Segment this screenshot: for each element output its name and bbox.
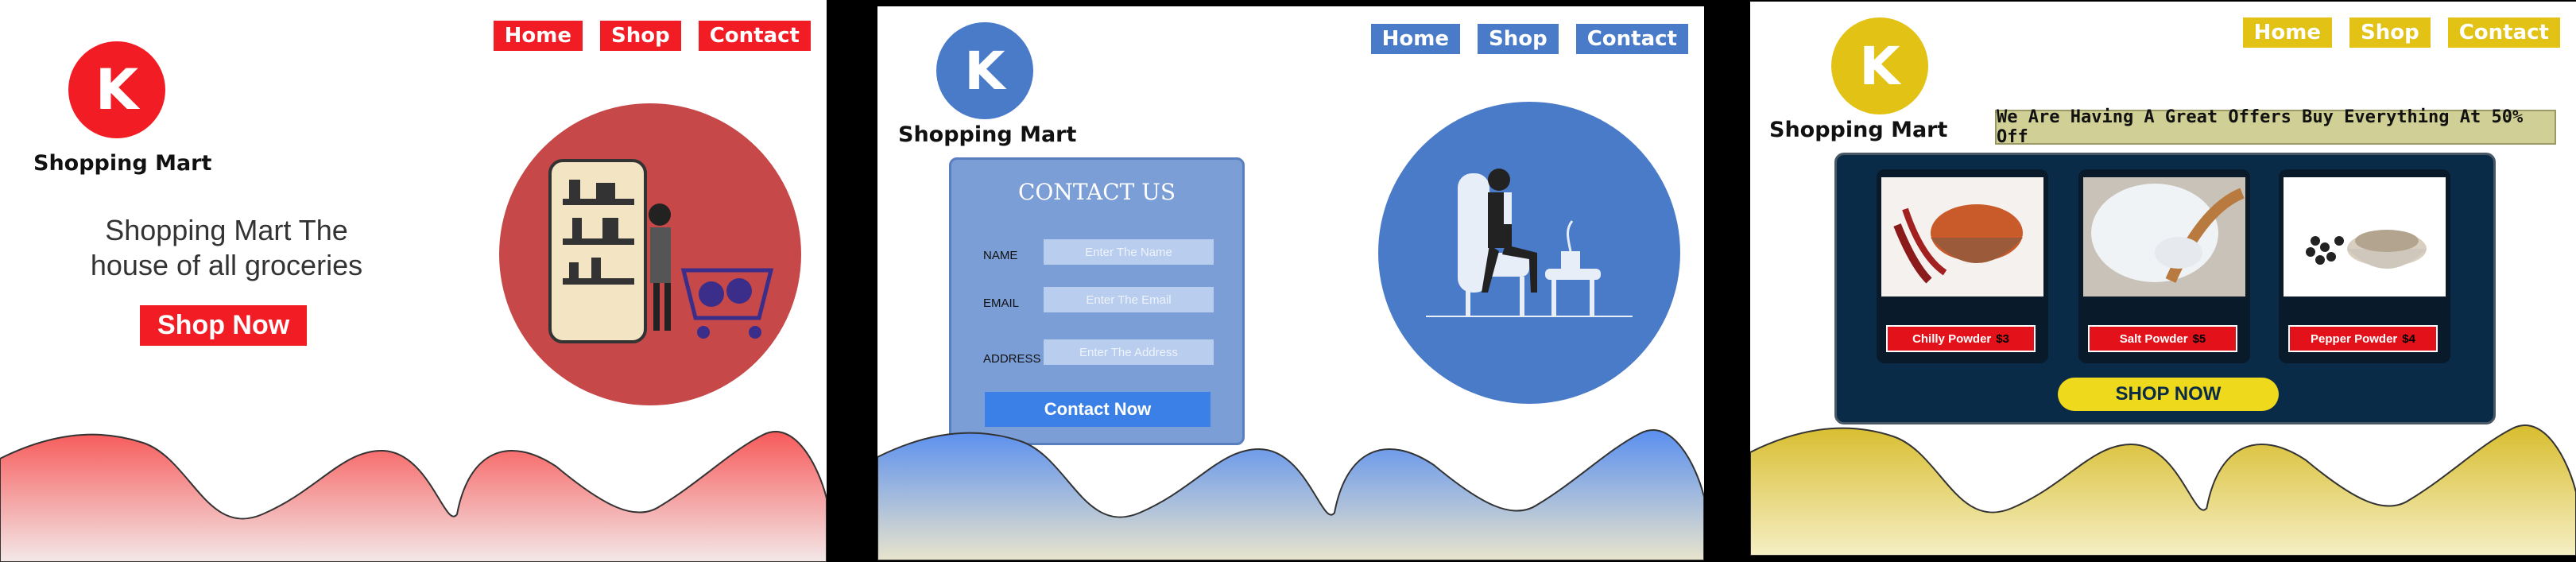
yellow-wave-decoration	[1750, 424, 2576, 556]
nav-shop-button[interactable]: Shop	[1478, 24, 1559, 54]
nav-shop-button[interactable]: Shop	[2349, 17, 2431, 48]
home-page-panel: Home Shop Contact K Shopping Mart Shoppi…	[0, 0, 827, 562]
red-wave-decoration	[0, 431, 827, 562]
person-on-phone-illustration	[1426, 169, 1633, 317]
product-name: Salt Powder	[2119, 331, 2188, 346]
logo[interactable]: K	[68, 41, 165, 138]
email-field[interactable]	[1044, 287, 1214, 312]
top-nav: Home Shop Contact	[1370, 24, 1688, 54]
offer-banner: We Are Having A Great Offers Buy Everyth…	[1995, 107, 2556, 147]
product-label: Pepper Powder $4	[2288, 325, 2438, 352]
contact-page-panel: Home Shop Contact K Shopping Mart CONTAC…	[877, 6, 1704, 560]
top-nav: Home Shop Contact	[493, 21, 811, 51]
product-price: $5	[2192, 331, 2206, 346]
contact-form: CONTACT US NAME EMAIL ADDRESS Contact No…	[949, 157, 1245, 445]
address-label: ADDRESS	[983, 352, 1041, 366]
product-card-chilly[interactable]: Chilly Powder $3	[1877, 169, 2048, 363]
nav-home-button[interactable]: Home	[493, 21, 583, 51]
product-name: Pepper Powder	[2311, 331, 2398, 346]
product-price: $4	[2402, 331, 2415, 346]
shop-now-button[interactable]: Shop Now	[140, 305, 308, 346]
nav-home-button[interactable]: Home	[1370, 24, 1460, 54]
product-card-salt[interactable]: Salt Powder $5	[2078, 169, 2250, 363]
salt-powder-image	[2083, 177, 2245, 297]
nav-contact-button[interactable]: Contact	[698, 21, 811, 51]
brand-name: Shopping Mart	[1769, 118, 1948, 142]
shopping-cart-illustration	[548, 159, 774, 343]
headline-line-1: Shopping Mart The	[105, 214, 348, 246]
nav-contact-button[interactable]: Contact	[1575, 24, 1688, 54]
pepper-powder-image	[2284, 177, 2446, 297]
top-nav: Home Shop Contact	[2242, 17, 2560, 48]
brand-name: Shopping Mart	[33, 151, 212, 176]
blue-wave-decoration	[877, 429, 1704, 560]
nav-shop-button[interactable]: Shop	[600, 21, 681, 51]
name-label: NAME	[983, 249, 1018, 262]
product-label: Chilly Powder $3	[1886, 325, 2036, 352]
shop-now-button[interactable]: SHOP NOW	[2058, 378, 2279, 411]
product-label: Salt Powder $5	[2088, 325, 2237, 352]
product-price: $3	[1996, 331, 2009, 346]
hero-headline: Shopping Mart The house of all groceries	[56, 213, 397, 283]
brand-name: Shopping Mart	[898, 122, 1077, 147]
product-grid: Chilly Powder $3 Salt Powder $5 Pepper P…	[1834, 153, 2496, 424]
nav-home-button[interactable]: Home	[2242, 17, 2332, 48]
contact-form-title: CONTACT US	[1017, 179, 1176, 205]
logo[interactable]: K	[936, 22, 1033, 119]
headline-line-2: house of all groceries	[90, 249, 363, 281]
nav-contact-button[interactable]: Contact	[2447, 17, 2560, 48]
logo[interactable]: K	[1831, 17, 1928, 114]
product-card-pepper[interactable]: Pepper Powder $4	[2279, 169, 2450, 363]
product-name: Chilly Powder	[1912, 331, 1992, 346]
name-field[interactable]	[1044, 239, 1214, 265]
email-label: EMAIL	[983, 297, 1020, 310]
chilly-powder-image	[1881, 177, 2043, 297]
shop-page-panel: Home Shop Contact K Shopping Mart We Are…	[1750, 2, 2576, 556]
address-field[interactable]	[1044, 339, 1214, 365]
